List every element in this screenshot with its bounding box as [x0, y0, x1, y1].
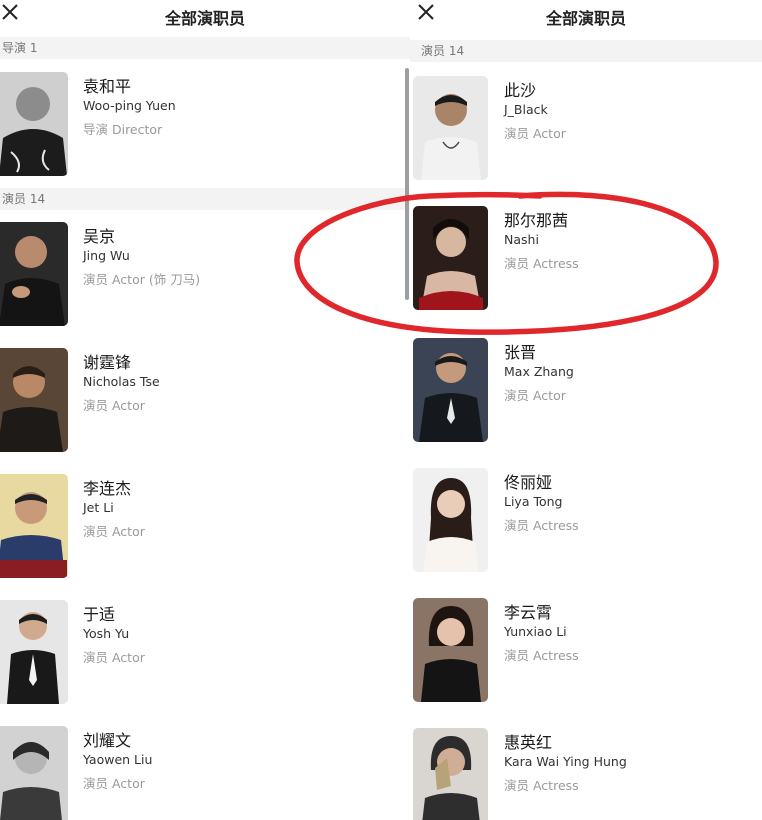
person-name: 此沙 [504, 81, 537, 100]
person-photo [0, 222, 68, 326]
person-photo [413, 598, 488, 702]
cast-item[interactable]: 吴京 Jing Wu 演员 Actor (饰 刀马) [0, 222, 410, 332]
person-name: 刘耀文 [83, 731, 132, 750]
person-photo [0, 600, 68, 704]
person-role: 演员 Actor [504, 126, 566, 141]
person-role: 导演 Director [83, 122, 163, 137]
person-name: 张晋 [504, 343, 537, 362]
person-name: 于适 [83, 605, 116, 624]
person-name: 袁和平 [83, 77, 132, 96]
page-title: 全部演职员 [164, 9, 245, 28]
left-screen: 全部演职员 导演 1 袁和平 Woo-ping Yuen 导演 Director… [0, 0, 410, 820]
cast-item[interactable]: 惠英红 Kara Wai Ying Hung 演员 Actress [410, 728, 762, 820]
person-english-name: Kara Wai Ying Hung [504, 754, 627, 769]
person-english-name: Yunxiao Li [504, 624, 567, 639]
person-role: 演员 Actress [504, 648, 579, 663]
person-photo [413, 468, 488, 572]
top-bar: 全部演职员 [410, 0, 762, 36]
person-english-name: Liya Tong [504, 494, 563, 509]
person-role: 演员 Actor [504, 388, 566, 403]
person-name: 佟丽娅 [504, 473, 553, 492]
person-english-name: Max Zhang [504, 364, 574, 379]
cast-item[interactable]: 此沙 J_Black 演员 Actor [410, 76, 762, 186]
cast-item[interactable]: 张晋 Max Zhang 演员 Actor [410, 338, 762, 448]
person-photo [0, 348, 68, 452]
person-name: 那尔那茜 [504, 211, 569, 230]
cast-item[interactable]: 李云霄 Yunxiao Li 演员 Actress [410, 598, 762, 708]
cast-item[interactable]: 刘耀文 Yaowen Liu 演员 Actor [0, 726, 410, 820]
cast-item[interactable]: 佟丽娅 Liya Tong 演员 Actress [410, 468, 762, 578]
right-screen: 全部演职员 演员 14 此沙 J_Black 演员 Actor 那尔那茜 Nas… [410, 0, 762, 820]
person-english-name: Yosh Yu [83, 626, 130, 641]
cast-item[interactable]: 谢霆锋 Nicholas Tse 演员 Actor [0, 348, 410, 458]
person-role: 演员 Actor [83, 398, 145, 413]
person-role: 演员 Actress [504, 778, 579, 793]
person-photo [413, 338, 488, 442]
person-english-name: Woo-ping Yuen [83, 98, 176, 113]
person-photo [413, 728, 488, 820]
person-role: 演员 Actress [504, 518, 579, 533]
person-photo [0, 474, 68, 578]
person-photo [413, 76, 488, 180]
cast-item[interactable]: 袁和平 Woo-ping Yuen 导演 Director [0, 72, 410, 182]
scrollbar[interactable] [405, 68, 409, 300]
person-photo [0, 72, 68, 176]
person-name: 谢霆锋 [83, 353, 132, 372]
top-bar: 全部演职员 [0, 0, 410, 36]
person-role: 演员 Actor (饰 刀马) [83, 272, 201, 287]
person-role: 演员 Actress [504, 256, 579, 271]
person-english-name: Jing Wu [83, 248, 130, 263]
person-english-name: Nashi [504, 232, 539, 247]
person-english-name: Yaowen Liu [83, 752, 153, 767]
section-header-actors: 演员 14 [410, 40, 762, 62]
person-photo [413, 206, 488, 310]
person-name: 李云霄 [504, 603, 553, 622]
person-role: 演员 Actor [83, 650, 145, 665]
page-title: 全部演职员 [545, 9, 626, 28]
person-name: 李连杰 [83, 479, 132, 498]
section-header-director: 导演 1 [0, 37, 410, 59]
person-name: 惠英红 [504, 733, 553, 752]
person-english-name: Jet Li [83, 500, 114, 515]
cast-item[interactable]: 于适 Yosh Yu 演员 Actor [0, 600, 410, 710]
cast-item[interactable]: 李连杰 Jet Li 演员 Actor [0, 474, 410, 584]
section-header-actors: 演员 14 [0, 188, 410, 210]
person-english-name: Nicholas Tse [83, 374, 160, 389]
person-name: 吴京 [83, 227, 116, 246]
cast-item[interactable]: 那尔那茜 Nashi 演员 Actress [410, 206, 762, 316]
person-role: 演员 Actor [83, 776, 145, 791]
person-role: 演员 Actor [83, 524, 145, 539]
person-photo [0, 726, 68, 820]
person-english-name: J_Black [504, 102, 548, 117]
